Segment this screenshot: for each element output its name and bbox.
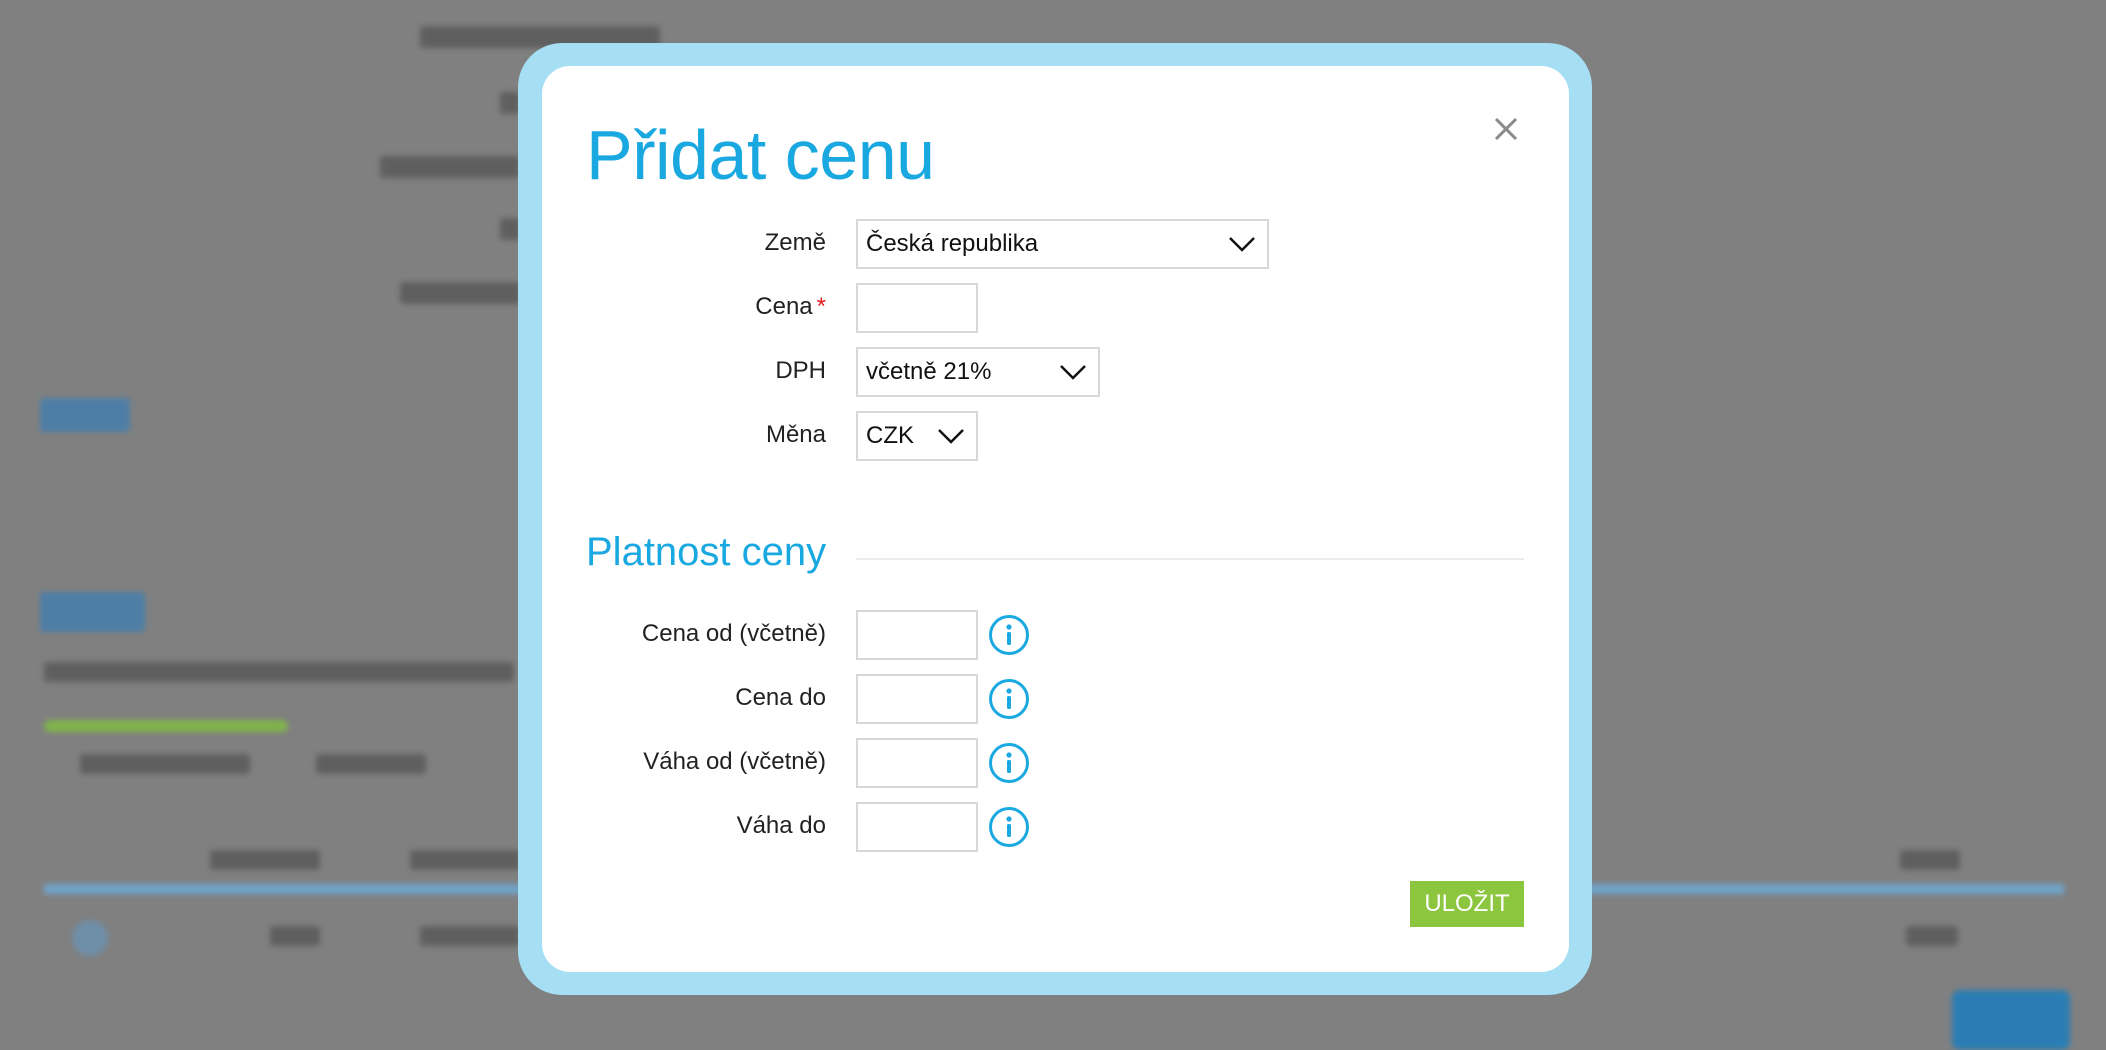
price-from-label: Cena od (včetně)	[641, 620, 826, 647]
weight-to-input[interactable]	[856, 802, 978, 852]
section-divider	[856, 558, 1524, 560]
currency-select-value: CZK	[866, 422, 914, 449]
vat-label: DPH	[775, 357, 826, 384]
country-label: Země	[764, 229, 826, 256]
info-icon[interactable]	[988, 806, 1030, 848]
required-mark: *	[816, 293, 826, 320]
weight-to-label: Váha do	[736, 812, 826, 839]
currency-label: Měna	[765, 421, 826, 448]
info-icon[interactable]	[988, 742, 1030, 784]
price-label-text: Cena	[755, 293, 813, 320]
chevron-down-icon	[1229, 237, 1255, 252]
vat-select-value: včetně 21%	[866, 358, 992, 385]
currency-select[interactable]: CZK	[856, 411, 978, 461]
info-icon[interactable]	[988, 614, 1030, 656]
price-from-input[interactable]	[856, 610, 978, 660]
vat-select[interactable]: včetně 21%	[856, 347, 1100, 397]
country-select-value: Česká republika	[866, 230, 1039, 257]
weight-from-label: Váha od (včetně)	[643, 748, 826, 775]
dialog-title: Přidat cenu	[586, 116, 935, 194]
info-icon[interactable]	[988, 678, 1030, 720]
save-button[interactable]: ULOŽIT	[1410, 881, 1524, 927]
price-label: Cena *	[755, 293, 826, 321]
price-input[interactable]	[856, 283, 978, 333]
country-select[interactable]: Česká republika	[856, 219, 1269, 269]
price-to-label: Cena do	[735, 684, 826, 711]
chevron-down-icon	[1060, 365, 1086, 380]
add-price-dialog	[542, 66, 1569, 972]
weight-from-input[interactable]	[856, 738, 978, 788]
validity-section-title: Platnost ceny	[586, 530, 827, 574]
price-to-input[interactable]	[856, 674, 978, 724]
chevron-down-icon	[938, 429, 964, 444]
close-icon[interactable]	[1488, 111, 1524, 147]
